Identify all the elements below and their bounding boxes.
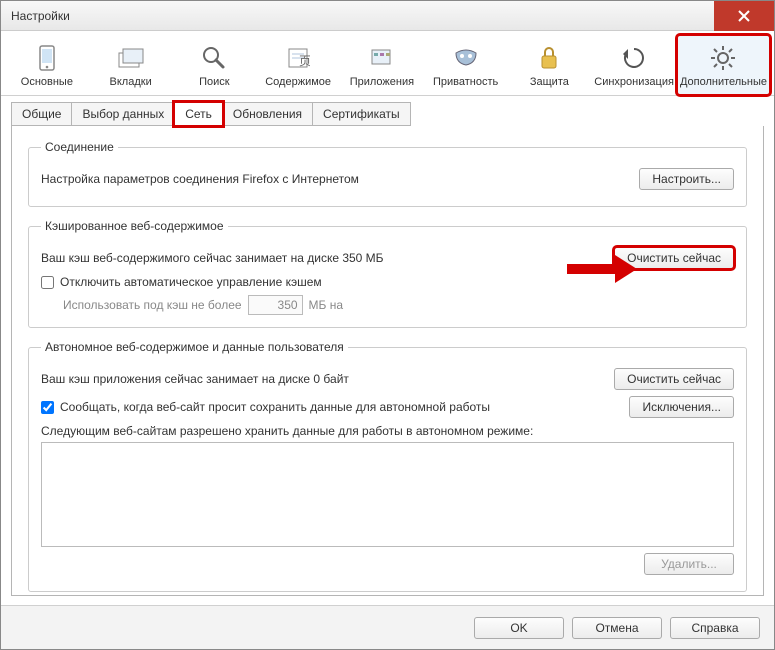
phone-icon [37, 43, 57, 73]
category-apps[interactable]: Приложения [340, 35, 424, 95]
clear-offline-button[interactable]: Очистить сейчас [614, 368, 734, 390]
connection-legend: Соединение [41, 140, 118, 154]
offline-list-label: Следующим веб-сайтам разрешено хранить д… [41, 424, 734, 438]
notify-label: Сообщать, когда веб-сайт просит сохранит… [60, 400, 490, 414]
tab-certs[interactable]: Сертификаты [312, 102, 411, 126]
override-cache-checkbox[interactable] [41, 276, 54, 289]
tab-general[interactable]: Общие [11, 102, 72, 126]
offline-text: Ваш кэш приложения сейчас занимает на ди… [41, 372, 349, 386]
category-privacy[interactable]: Приватность [424, 35, 508, 95]
cache-group: Кэшированное веб-содержимое Ваш кэш веб-… [28, 219, 747, 328]
gear-icon [709, 43, 737, 73]
tab-content: Соединение Настройка параметров соединен… [11, 126, 764, 596]
category-advanced[interactable]: Дополнительные [677, 35, 770, 95]
dialog-buttons: OK Отмена Справка [1, 605, 774, 649]
cache-limit-row: Использовать под кэш не более МБ на [63, 295, 734, 315]
settings-window: Настройки Основные Вкладки Поиск 页 Содер… [0, 0, 775, 650]
category-search[interactable]: Поиск [173, 35, 257, 95]
apps-icon [369, 43, 395, 73]
ok-button[interactable]: OK [474, 617, 564, 639]
magnifier-icon [201, 43, 227, 73]
cache-legend: Кэшированное веб-содержимое [41, 219, 228, 233]
notify-checkbox[interactable] [41, 401, 54, 414]
category-toolbar: Основные Вкладки Поиск 页 Содержимое Прил… [1, 31, 774, 96]
category-general[interactable]: Основные [5, 35, 89, 95]
tabs-icon [117, 43, 145, 73]
cache-limit-suffix: МБ на [309, 298, 344, 312]
cache-text: Ваш кэш веб-содержимого сейчас занимает … [41, 251, 384, 265]
clear-cache-button[interactable]: Очистить сейчас [614, 247, 734, 269]
override-cache-label: Отключить автоматическое управление кэше… [60, 275, 322, 289]
remove-site-button[interactable]: Удалить... [644, 553, 734, 575]
cache-limit-prefix: Использовать под кэш не более [63, 298, 242, 312]
sync-icon [621, 43, 647, 73]
document-icon: 页 [286, 43, 310, 73]
lock-icon [538, 43, 560, 73]
exceptions-button[interactable]: Исключения... [629, 396, 734, 418]
close-button[interactable] [714, 1, 774, 31]
category-security[interactable]: Защита [508, 35, 592, 95]
help-button[interactable]: Справка [670, 617, 760, 639]
cancel-button[interactable]: Отмена [572, 617, 662, 639]
tab-network[interactable]: Сеть [174, 102, 223, 126]
sub-tabs: Общие Выбор данных Сеть Обновления Серти… [11, 102, 764, 126]
connection-group: Соединение Настройка параметров соединен… [28, 140, 747, 207]
connection-text: Настройка параметров соединения Firefox … [41, 172, 359, 186]
connection-settings-button[interactable]: Настроить... [639, 168, 734, 190]
svg-text:页: 页 [299, 54, 310, 68]
override-cache-check[interactable]: Отключить автоматическое управление кэше… [41, 275, 734, 289]
notify-check[interactable]: Сообщать, когда веб-сайт просит сохранит… [41, 400, 490, 414]
close-icon [737, 9, 751, 23]
category-content[interactable]: 页 Содержимое [256, 35, 340, 95]
tab-data[interactable]: Выбор данных [71, 102, 175, 126]
category-tabs[interactable]: Вкладки [89, 35, 173, 95]
mask-icon [452, 43, 480, 73]
offline-group: Автономное веб-содержимое и данные польз… [28, 340, 747, 592]
offline-legend: Автономное веб-содержимое и данные польз… [41, 340, 348, 354]
cache-limit-input[interactable] [248, 295, 303, 315]
category-sync[interactable]: Синхронизация [591, 35, 677, 95]
window-title: Настройки [11, 9, 70, 23]
tab-updates[interactable]: Обновления [222, 102, 313, 126]
offline-sites-list[interactable] [41, 442, 734, 547]
titlebar: Настройки [1, 1, 774, 31]
